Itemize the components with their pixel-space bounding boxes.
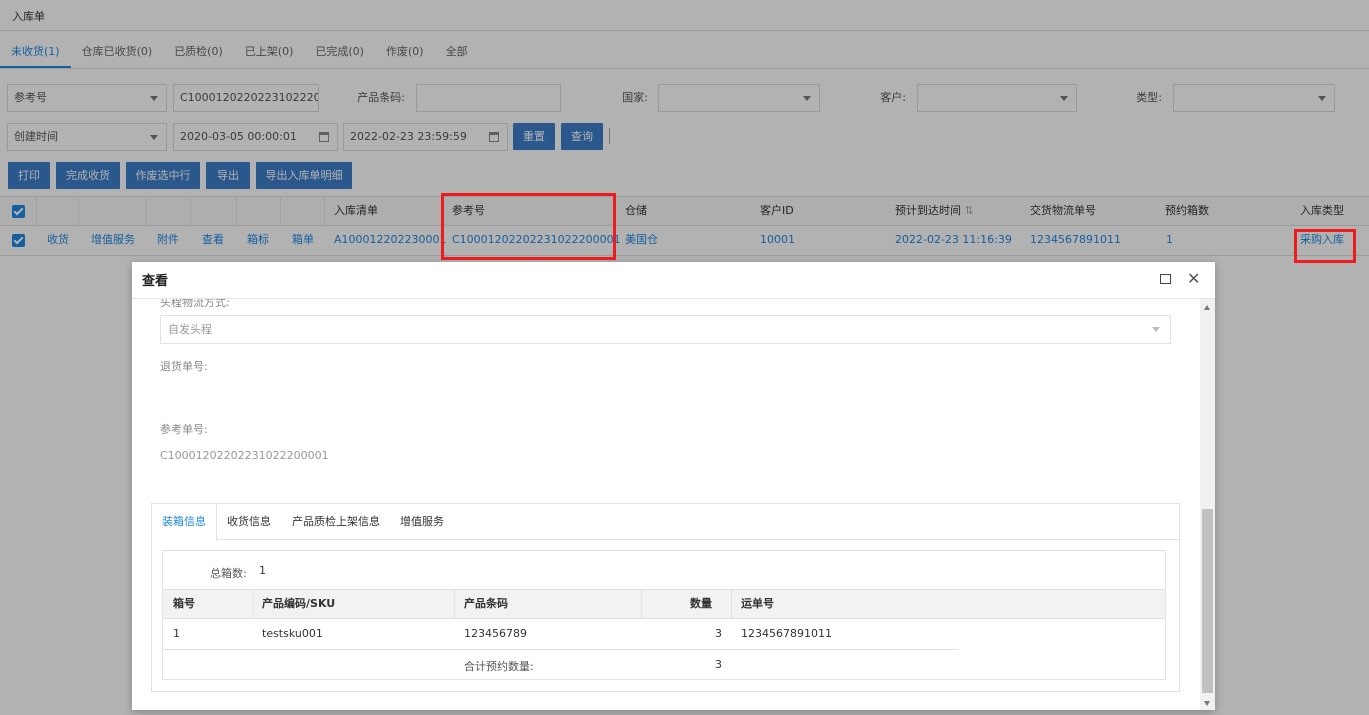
column-divider — [731, 590, 732, 618]
column-divider — [454, 590, 455, 618]
total-boxes-label: 总箱数: — [210, 567, 247, 580]
column-divider — [253, 590, 254, 618]
scroll-down-icon[interactable] — [1204, 701, 1210, 706]
total-qty-label: 合计预约数量: — [464, 660, 534, 673]
tab-bar: 装箱信息 收货信息 产品质检上架信息 增值服务 — [152, 504, 1179, 541]
tab-value-added[interactable]: 增值服务 — [390, 504, 454, 540]
scroll-up-icon[interactable] — [1204, 305, 1210, 310]
ref-no-value: C10001202202231022200001 — [160, 449, 329, 462]
waybill-cell: 1234567891011 — [741, 627, 832, 640]
info-tabs: 装箱信息 收货信息 产品质检上架信息 增值服务 总箱数: 1 箱号 产品编码/S… — [151, 503, 1180, 692]
col-sku: 产品编码/SKU — [262, 597, 336, 610]
view-modal: 查看 ✕ 头程物流方式: 自发头程 退货单号: 参考单号: C100012022… — [132, 262, 1215, 710]
modal-title: 查看 — [142, 274, 169, 289]
first-leg-value: 自发头程 — [168, 323, 212, 336]
col-box-no: 箱号 — [173, 597, 195, 610]
col-waybill: 运单号 — [741, 597, 774, 610]
maximize-icon[interactable] — [1160, 274, 1171, 284]
col-barcode: 产品条码 — [464, 597, 508, 610]
qty-cell: 3 — [715, 627, 722, 640]
tab-qc-shelving-info[interactable]: 产品质检上架信息 — [282, 504, 390, 540]
col-qty: 数量 — [690, 597, 712, 610]
tab-receipt-info[interactable]: 收货信息 — [217, 504, 281, 540]
return-no-label: 退货单号: — [160, 360, 208, 373]
highlight-type — [1294, 229, 1356, 263]
scroll-thumb[interactable] — [1202, 509, 1213, 693]
sku-cell: testsku001 — [262, 627, 323, 640]
packing-info-panel: 总箱数: 1 箱号 产品编码/SKU 产品条码 数量 运单号 1 testsku… — [162, 550, 1166, 680]
highlight-ref-no — [441, 193, 616, 260]
barcode-cell: 123456789 — [464, 627, 527, 640]
items-table-header: 箱号 产品编码/SKU 产品条码 数量 运单号 — [163, 589, 1165, 619]
close-icon[interactable]: ✕ — [1187, 267, 1200, 291]
total-qty-value: 3 — [715, 658, 722, 671]
first-leg-select[interactable]: 自发头程 — [160, 315, 1171, 344]
modal-body: 头程物流方式: 自发头程 退货单号: 参考单号: C10001202202231… — [132, 299, 1200, 710]
chevron-down-icon — [1152, 327, 1160, 332]
total-boxes-value: 1 — [259, 564, 266, 577]
box-no-cell: 1 — [173, 627, 180, 640]
first-leg-label: 头程物流方式: — [160, 299, 230, 309]
tab-packing-info[interactable]: 装箱信息 — [152, 504, 217, 541]
column-divider — [641, 590, 642, 618]
ref-no-label: 参考单号: — [160, 423, 208, 436]
divider — [163, 649, 958, 650]
modal-scrollbar[interactable] — [1200, 299, 1215, 710]
